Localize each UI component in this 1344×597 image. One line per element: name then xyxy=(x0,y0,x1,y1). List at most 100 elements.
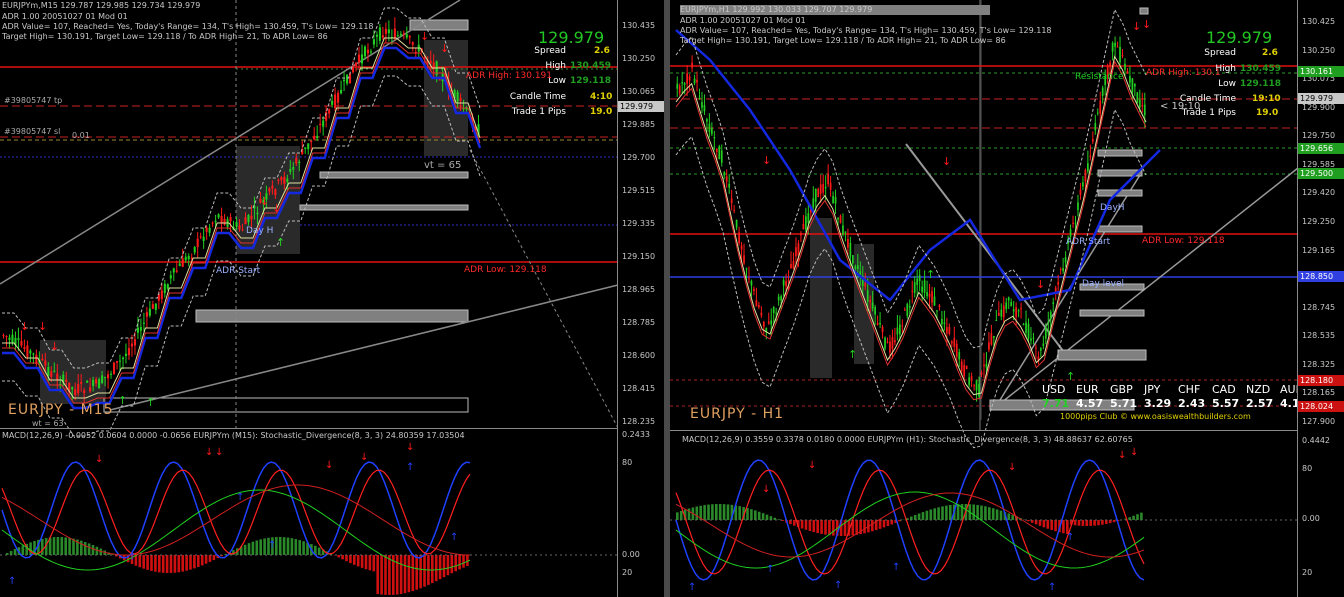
resistance-label: Resistance xyxy=(1075,72,1124,82)
trade-pips-value: 19.0 xyxy=(590,107,613,117)
candle-body xyxy=(1064,257,1067,263)
candle-body xyxy=(839,215,842,223)
macd-histogram-bar xyxy=(804,520,808,530)
trade-pips-value: 19.0 xyxy=(1256,108,1279,118)
candle-body xyxy=(142,322,145,324)
candle-body xyxy=(819,184,822,195)
candle-body xyxy=(378,27,381,41)
sell-arrow: ↓ xyxy=(20,320,29,333)
macd-histogram-bar xyxy=(882,520,886,528)
divergence-buy-arrow: ↑ xyxy=(1066,532,1074,543)
candle-body xyxy=(918,275,921,282)
h1-price-chart[interactable]: ↓ ↓↓↓ ↓↑↑↑↓↓ ↓↓↓↑ ↑↑↑↑↑ xyxy=(670,0,1344,597)
candle-body xyxy=(691,62,693,68)
macd-histogram-bar xyxy=(41,538,44,555)
candle-body xyxy=(316,135,319,139)
candle-body xyxy=(953,337,956,347)
price-axis[interactable]: 130.425 130.250 130.075 129.900 129.750 129.5… xyxy=(1297,0,1344,597)
candle-body xyxy=(1057,282,1060,285)
candle-body xyxy=(921,286,923,293)
macd-histogram-bar xyxy=(341,555,344,560)
projection-line xyxy=(469,149,619,429)
price-axis[interactable]: 130.435 130.250 130.065 129.885 129.700 129.5… xyxy=(617,0,664,597)
currency-code: CAD xyxy=(1212,383,1236,396)
candle-body xyxy=(1099,100,1102,114)
candle-body xyxy=(842,225,844,235)
divergence-buy-arrow: ↑ xyxy=(406,462,414,473)
macd-histogram-bar xyxy=(454,555,457,572)
candle-body xyxy=(1059,268,1062,270)
candle-body xyxy=(271,185,274,189)
supply-demand-bar xyxy=(103,397,469,413)
candle-body xyxy=(738,232,740,244)
macd-histogram-bar xyxy=(356,555,360,567)
macd-histogram-bar xyxy=(146,555,149,570)
high-value: 130.459 xyxy=(570,61,611,71)
macd-histogram-bar xyxy=(925,510,929,520)
candle-body xyxy=(89,387,92,392)
candle-body xyxy=(172,268,175,273)
macd-histogram-bar xyxy=(13,549,17,555)
candle-body xyxy=(304,147,307,149)
candle-body xyxy=(130,343,134,347)
candle-body xyxy=(408,36,411,38)
macd-histogram-bar xyxy=(1073,520,1077,526)
candle-body xyxy=(241,229,244,231)
subwindow-separator[interactable] xyxy=(670,430,1298,431)
macd-histogram-bar xyxy=(1007,513,1011,520)
macd-histogram-bar xyxy=(181,555,184,572)
candle-body xyxy=(211,222,214,224)
price-tick-label: 128.745 xyxy=(1302,302,1336,312)
macd-histogram-bar xyxy=(1085,520,1089,526)
macd-histogram-bar xyxy=(937,507,940,520)
high-value: 130.459 xyxy=(1240,64,1281,74)
candle-body xyxy=(1089,155,1092,158)
candle-body xyxy=(112,362,116,374)
candle-body xyxy=(990,333,993,345)
candle-body xyxy=(1111,42,1114,52)
macd-histogram-bar xyxy=(984,506,987,520)
macd-histogram-bar xyxy=(726,504,730,520)
macd-histogram-bar xyxy=(1140,512,1143,520)
candle-body xyxy=(1094,123,1097,131)
macd-histogram-bar xyxy=(251,541,255,555)
candle-body xyxy=(1027,323,1030,339)
candle-body xyxy=(814,188,817,202)
macd-histogram-bar xyxy=(999,510,1003,520)
subwindow-separator[interactable] xyxy=(0,428,618,429)
candle-body xyxy=(787,280,790,282)
candle-body xyxy=(151,304,154,309)
macd-histogram-bar xyxy=(991,508,995,520)
chart-window-m15[interactable]: ↓ ↓ ↓ ↓ ↓ ↓ ↓ ↑ ↑ ↑ ↓ ↓ ↓ ↓ ↓ ↓ ↑ ↑ ↑ ↑ ↑ ↑ EURJPYm,M15 129.7… xyxy=(0,0,664,597)
candle-body xyxy=(369,51,373,53)
divergence-sell-arrow: ↓ xyxy=(215,447,223,458)
candle-body xyxy=(35,354,38,364)
macd-histogram-bar xyxy=(949,504,952,520)
candle-body xyxy=(866,290,869,302)
candle-body xyxy=(772,307,775,314)
candle-body xyxy=(1069,229,1072,237)
macd-histogram-bar xyxy=(177,555,181,573)
candle-time-marker: < 19:10 xyxy=(1160,101,1201,112)
candle-body xyxy=(256,212,259,215)
macd-histogram-bar xyxy=(353,555,356,565)
currency-strength-value: 3.29 xyxy=(1144,397,1172,410)
macd-histogram-bar xyxy=(746,508,749,520)
price-tick-label: 128.235 xyxy=(622,417,656,426)
m15-price-chart[interactable]: ↓ ↓↓↓↓↓↓↑↑↑↓ ↓↓↓↓↓↑↑↑↑↑↑ xyxy=(0,0,664,597)
adr-start-label: ADR Start xyxy=(1066,237,1111,247)
candle-body xyxy=(8,337,11,341)
macd-histogram-bar xyxy=(703,505,706,520)
candle-body xyxy=(817,188,820,198)
candle-body xyxy=(748,278,750,280)
macd-histogram-bar xyxy=(757,511,761,520)
macd-histogram-bar xyxy=(1093,520,1096,526)
macd-histogram-bar xyxy=(1038,520,1042,526)
candle-body xyxy=(1087,163,1089,172)
candle-body xyxy=(871,302,874,309)
candle-body xyxy=(775,312,778,314)
candle-body xyxy=(805,216,807,230)
chart-window-h1[interactable]: ↓ ↓ ↓ ↓ ↓ ↑ ↑ ↑ ↓ ↓ ↓ ↓ ↓ ↑ ↑ ↑ ↑ ↑ ↑ EURJPYm,H1 129.992 1… xyxy=(670,0,1344,597)
candle-body xyxy=(753,288,755,291)
candle-body xyxy=(955,343,958,357)
